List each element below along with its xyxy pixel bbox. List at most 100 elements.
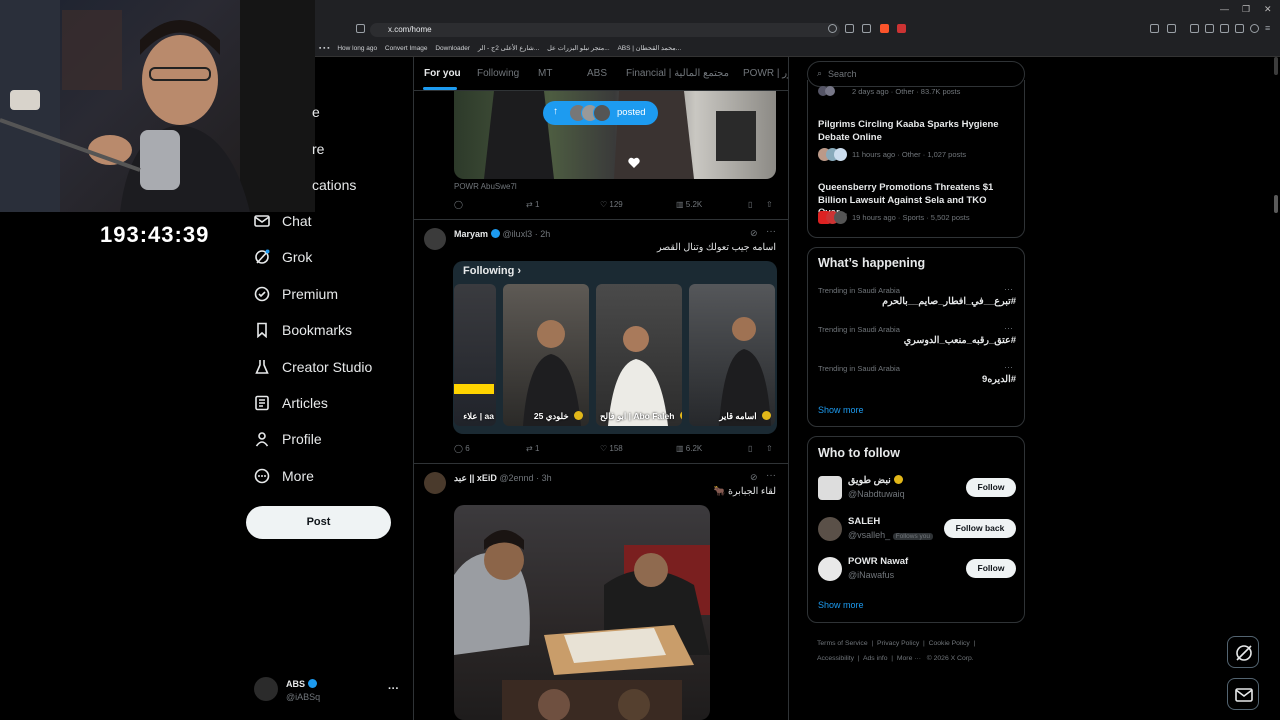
trend-tag[interactable]: #تبرع__في_افطار_صايم__بالحرم — [818, 296, 1016, 307]
author-handle[interactable]: @iluxl3 — [503, 229, 533, 239]
suggest-handle[interactable]: @iNawafus — [848, 570, 894, 580]
scrollbar-thumb[interactable] — [1274, 195, 1278, 213]
minimize-icon[interactable]: — — [1220, 4, 1229, 14]
nav-item-articles[interactable]: Articles — [254, 391, 328, 415]
retweet-icon[interactable]: ⇄ 1 — [526, 444, 539, 453]
tab-for-you[interactable]: For you — [424, 68, 461, 79]
author-name[interactable]: عبد || xEiD — [454, 473, 497, 483]
news-title[interactable]: Pilgrims Circling Kaaba Sparks Hygiene D… — [818, 119, 1018, 144]
bookmark-icon[interactable]: ▯ — [748, 444, 752, 453]
footer-link[interactable]: More ··· — [897, 655, 921, 662]
views-icon[interactable]: ▥ 5.2K — [676, 200, 702, 209]
nav-item-profile[interactable]: Profile — [254, 427, 322, 451]
grok-icon[interactable]: ⊘ — [750, 228, 758, 239]
footer-link[interactable]: Terms of Service — [817, 640, 868, 647]
show-more-link[interactable]: Show more — [818, 600, 864, 610]
bookmark-item[interactable]: شارع الأعلى 2ج - الر... — [478, 44, 539, 52]
more-dots-icon[interactable]: ··· — [1004, 284, 1013, 294]
address-bar[interactable]: x.com/home — [370, 23, 840, 37]
author-handle[interactable]: @2ennd — [499, 473, 533, 483]
retweet-icon[interactable]: ⇄ 1 — [526, 200, 539, 209]
tweet-media-image[interactable] — [454, 505, 710, 720]
new-posts-pill[interactable]: ↑ posted — [543, 101, 658, 125]
nav-item-partial[interactable]: e — [312, 100, 320, 124]
footer-link[interactable]: Ads info — [863, 655, 888, 662]
screen-share-icon[interactable] — [845, 24, 854, 33]
more-dots-icon[interactable]: ··· — [766, 226, 776, 237]
nav-item-partial[interactable]: re — [312, 137, 324, 161]
trend-tag[interactable]: #عتق_رقبه_منعب_الدوسري — [818, 335, 1016, 346]
share-icon[interactable]: ⇧ — [766, 444, 773, 453]
restore-icon[interactable]: ❐ — [1242, 4, 1250, 15]
nav-item-grok[interactable]: Grok — [254, 245, 312, 269]
tab-mt[interactable]: MT — [538, 68, 552, 79]
views-icon[interactable]: ▥ 6.2K — [676, 444, 702, 453]
bookmark-icon[interactable]: ▯ — [748, 200, 752, 209]
share-icon[interactable]: ⇧ — [766, 200, 773, 209]
bookmark-item[interactable]: Downloader — [435, 45, 470, 52]
tweet-time[interactable]: 3h — [542, 473, 552, 483]
like-icon[interactable]: ♡ 129 — [600, 200, 623, 209]
avatar[interactable] — [424, 472, 446, 494]
follow-button[interactable]: Follow — [966, 559, 1016, 578]
extension-icon[interactable] — [1167, 24, 1176, 33]
footer-link[interactable]: Privacy Policy — [877, 640, 919, 647]
author-name[interactable]: Maryam — [454, 229, 488, 239]
nav-item-bookmarks[interactable]: Bookmarks — [254, 318, 352, 342]
grok-icon[interactable]: ⊘ — [750, 472, 758, 483]
footer-link[interactable]: Accessibility — [817, 655, 854, 662]
bookmark-item[interactable]: متجر نبلو البزرات عل... — [547, 44, 610, 52]
share-icon[interactable] — [862, 24, 871, 33]
avatar[interactable] — [818, 517, 842, 541]
search-input[interactable]: Search — [828, 69, 857, 79]
suggest-handle[interactable]: @vsalleh_ — [848, 530, 890, 540]
video-thumbnail[interactable]: خلودي 25 — [503, 284, 589, 426]
brave-rewards-icon[interactable] — [897, 24, 906, 33]
follow-button[interactable]: Follow — [966, 478, 1016, 497]
reply-icon[interactable]: ◯ — [454, 200, 463, 209]
nav-item-creator-studio[interactable]: Creator Studio — [254, 355, 372, 379]
brave-shield-icon[interactable] — [880, 24, 889, 33]
video-thumbnail[interactable]: اسامه قاير — [689, 284, 775, 426]
more-dots-icon[interactable]: ··· — [1004, 323, 1013, 333]
music-icon[interactable] — [1190, 24, 1199, 33]
bookmark-item[interactable]: Convert Image — [385, 45, 428, 52]
nav-item-premium[interactable]: Premium — [254, 282, 338, 306]
tweet-time[interactable]: 2h — [540, 229, 550, 239]
scrollbar[interactable] — [1274, 57, 1278, 720]
grok-fab[interactable] — [1227, 636, 1259, 668]
suggest-handle[interactable]: @Nabdtuwaiq — [848, 489, 905, 499]
avatar[interactable] — [818, 557, 842, 581]
sidebar-icon[interactable] — [1205, 24, 1214, 33]
bookmark-item[interactable]: ABS | محمد القحطان... — [617, 44, 681, 52]
menu-icon[interactable]: ≡ — [1265, 24, 1274, 33]
close-window-icon[interactable]: ✕ — [1264, 4, 1272, 15]
wallet-icon[interactable] — [1220, 24, 1229, 33]
tab-following[interactable]: Following — [477, 68, 519, 79]
avatar[interactable] — [818, 476, 842, 500]
post-button[interactable]: Post — [246, 506, 391, 539]
follow-back-button[interactable]: Follow back — [944, 519, 1016, 538]
extension-icon[interactable] — [1150, 24, 1159, 33]
following-carousel-title[interactable]: Following › — [463, 265, 521, 277]
reply-icon[interactable]: ◯ 6 — [454, 444, 470, 453]
nav-item-chat[interactable]: Chat — [254, 209, 312, 233]
more-dots-icon[interactable]: ··· — [1004, 362, 1013, 372]
trend-tag[interactable]: #الديره9 — [818, 374, 1016, 385]
leo-icon[interactable] — [1235, 24, 1244, 33]
avatar[interactable] — [424, 228, 446, 250]
zoom-icon[interactable] — [828, 24, 837, 33]
tab-powr[interactable]: POWR | ور — [743, 68, 788, 79]
like-icon[interactable]: ♡ 158 — [600, 444, 623, 453]
tab-abs[interactable]: ABS — [587, 68, 607, 79]
suggest-name[interactable]: نبض طويق — [848, 475, 903, 486]
nav-item-partial[interactable]: cations — [312, 173, 356, 197]
more-dots-icon[interactable]: ··· — [388, 683, 399, 695]
suggest-name[interactable]: SALEH — [848, 516, 880, 527]
footer-link[interactable]: Cookie Policy — [929, 640, 970, 647]
more-dots-icon[interactable]: ··· — [766, 470, 776, 481]
video-thumbnail[interactable]: علاء | aa — [454, 284, 496, 426]
vpn-icon[interactable] — [1250, 24, 1259, 33]
suggest-name[interactable]: POWR Nawaf — [848, 556, 908, 567]
tab-financial[interactable]: Financial | مجتمع المالية — [626, 68, 729, 79]
